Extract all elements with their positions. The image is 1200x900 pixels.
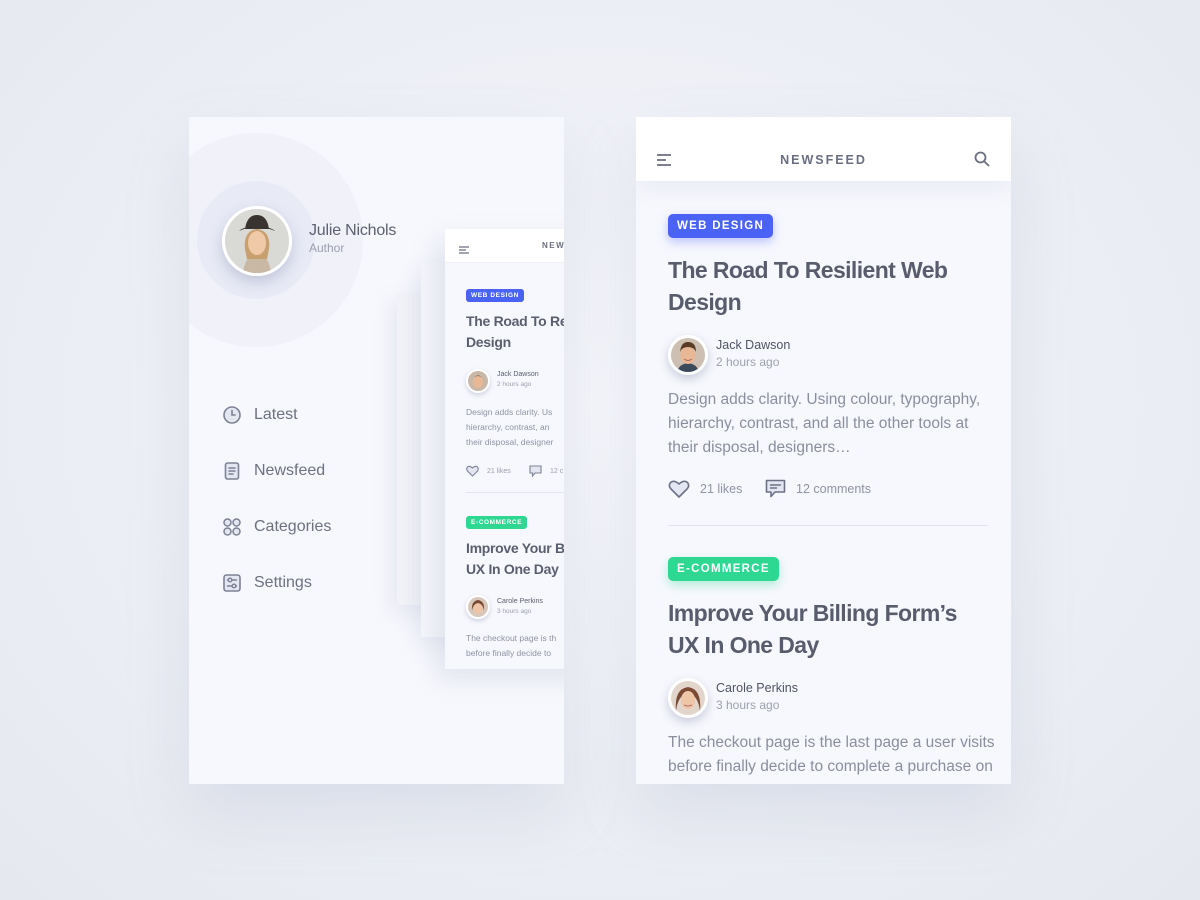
- author-avatar[interactable]: [668, 678, 708, 718]
- profile-avatar[interactable]: [222, 206, 292, 276]
- comment-icon: [765, 479, 786, 498]
- drawer-menu: Latest Newsfeed Categories Settings: [222, 403, 331, 627]
- menu-item-settings[interactable]: Settings: [222, 571, 331, 595]
- app-header: NEWSFEED: [636, 117, 1011, 181]
- preview-divider: [466, 492, 564, 493]
- comments-button[interactable]: 12 comments: [765, 479, 871, 499]
- preview-excerpt: The checkout page is th before finally d…: [466, 633, 557, 658]
- profile-name: Julie Nichols: [309, 222, 397, 239]
- post-time: 2 hours ago: [716, 355, 780, 369]
- author-name[interactable]: Jack Dawson: [716, 338, 790, 352]
- preview-tag: WEB DESIGN: [466, 289, 524, 302]
- document-icon: [222, 461, 242, 481]
- newsfeed-preview-screen[interactable]: NEWSF WEB DESIGN The Road To Re Design J…: [445, 229, 564, 669]
- search-button[interactable]: [974, 151, 990, 167]
- page-title: NEWSFEED: [780, 153, 867, 167]
- comments-count: 12 comments: [796, 482, 872, 496]
- preview-article-title: The Road To Re Design: [466, 313, 564, 350]
- category-tag[interactable]: WEB DESIGN: [668, 214, 774, 238]
- search-icon: [974, 151, 990, 167]
- article-title[interactable]: Improve Your Billing Form’s UX In One Da…: [668, 597, 988, 661]
- preview-post-time: 2 hours ago: [497, 381, 532, 388]
- preview-tag: E-COMMERCE: [466, 516, 528, 529]
- like-button[interactable]: 21 likes: [668, 479, 742, 499]
- preview-header-title: NEWSF: [542, 241, 564, 250]
- heart-icon: [466, 465, 479, 477]
- article-excerpt: The checkout page is the last page a use…: [668, 734, 995, 775]
- author-avatar[interactable]: [668, 335, 708, 375]
- preview-comments: 12 c: [529, 465, 563, 477]
- menu-item-label: Latest: [254, 406, 298, 423]
- heart-icon: [668, 480, 690, 498]
- article-excerpt: Design adds clarity. Using colour, typog…: [668, 391, 981, 456]
- side-drawer-screen: Julie Nichols Author Latest Newsfeed Cat…: [189, 117, 564, 784]
- preview-author-name: Jack Dawson: [497, 371, 539, 378]
- menu-item-categories[interactable]: Categories: [222, 515, 331, 539]
- grid-icon: [222, 517, 242, 537]
- menu-item-newsfeed[interactable]: Newsfeed: [222, 459, 331, 483]
- post-time: 3 hours ago: [716, 698, 780, 712]
- newsfeed-screen: NEWSFEED WEB DESIGN The Road To Resilien…: [636, 117, 1011, 784]
- comment-icon: [529, 465, 542, 477]
- sliders-icon: [222, 573, 242, 593]
- hamburger-icon: [459, 241, 469, 259]
- menu-item-label: Categories: [254, 518, 332, 535]
- preview-excerpt: Design adds clarity. Us hierarchy, contr…: [466, 407, 554, 447]
- menu-item-label: Settings: [254, 574, 312, 591]
- author-avatar: [466, 369, 490, 393]
- menu-item-latest[interactable]: Latest: [222, 403, 331, 427]
- clock-icon: [222, 405, 242, 425]
- article-divider: [668, 525, 988, 526]
- preview-post-time: 3 hours ago: [497, 608, 532, 615]
- likes-count: 21 likes: [700, 482, 743, 496]
- author-name[interactable]: Carole Perkins: [716, 681, 798, 695]
- preview-likes: 21 likes: [466, 465, 511, 477]
- preview-header: NEWSF: [445, 229, 564, 263]
- article-title[interactable]: The Road To Resilient Web Design: [668, 254, 988, 318]
- menu-item-label: Newsfeed: [254, 462, 326, 479]
- preview-author-name: Carole Perkins: [497, 598, 543, 605]
- profile-role: Author: [309, 241, 345, 255]
- category-tag[interactable]: E-COMMERCE: [668, 557, 779, 581]
- preview-article-title: Improve Your B UX In One Day: [466, 540, 564, 577]
- author-avatar: [466, 595, 490, 619]
